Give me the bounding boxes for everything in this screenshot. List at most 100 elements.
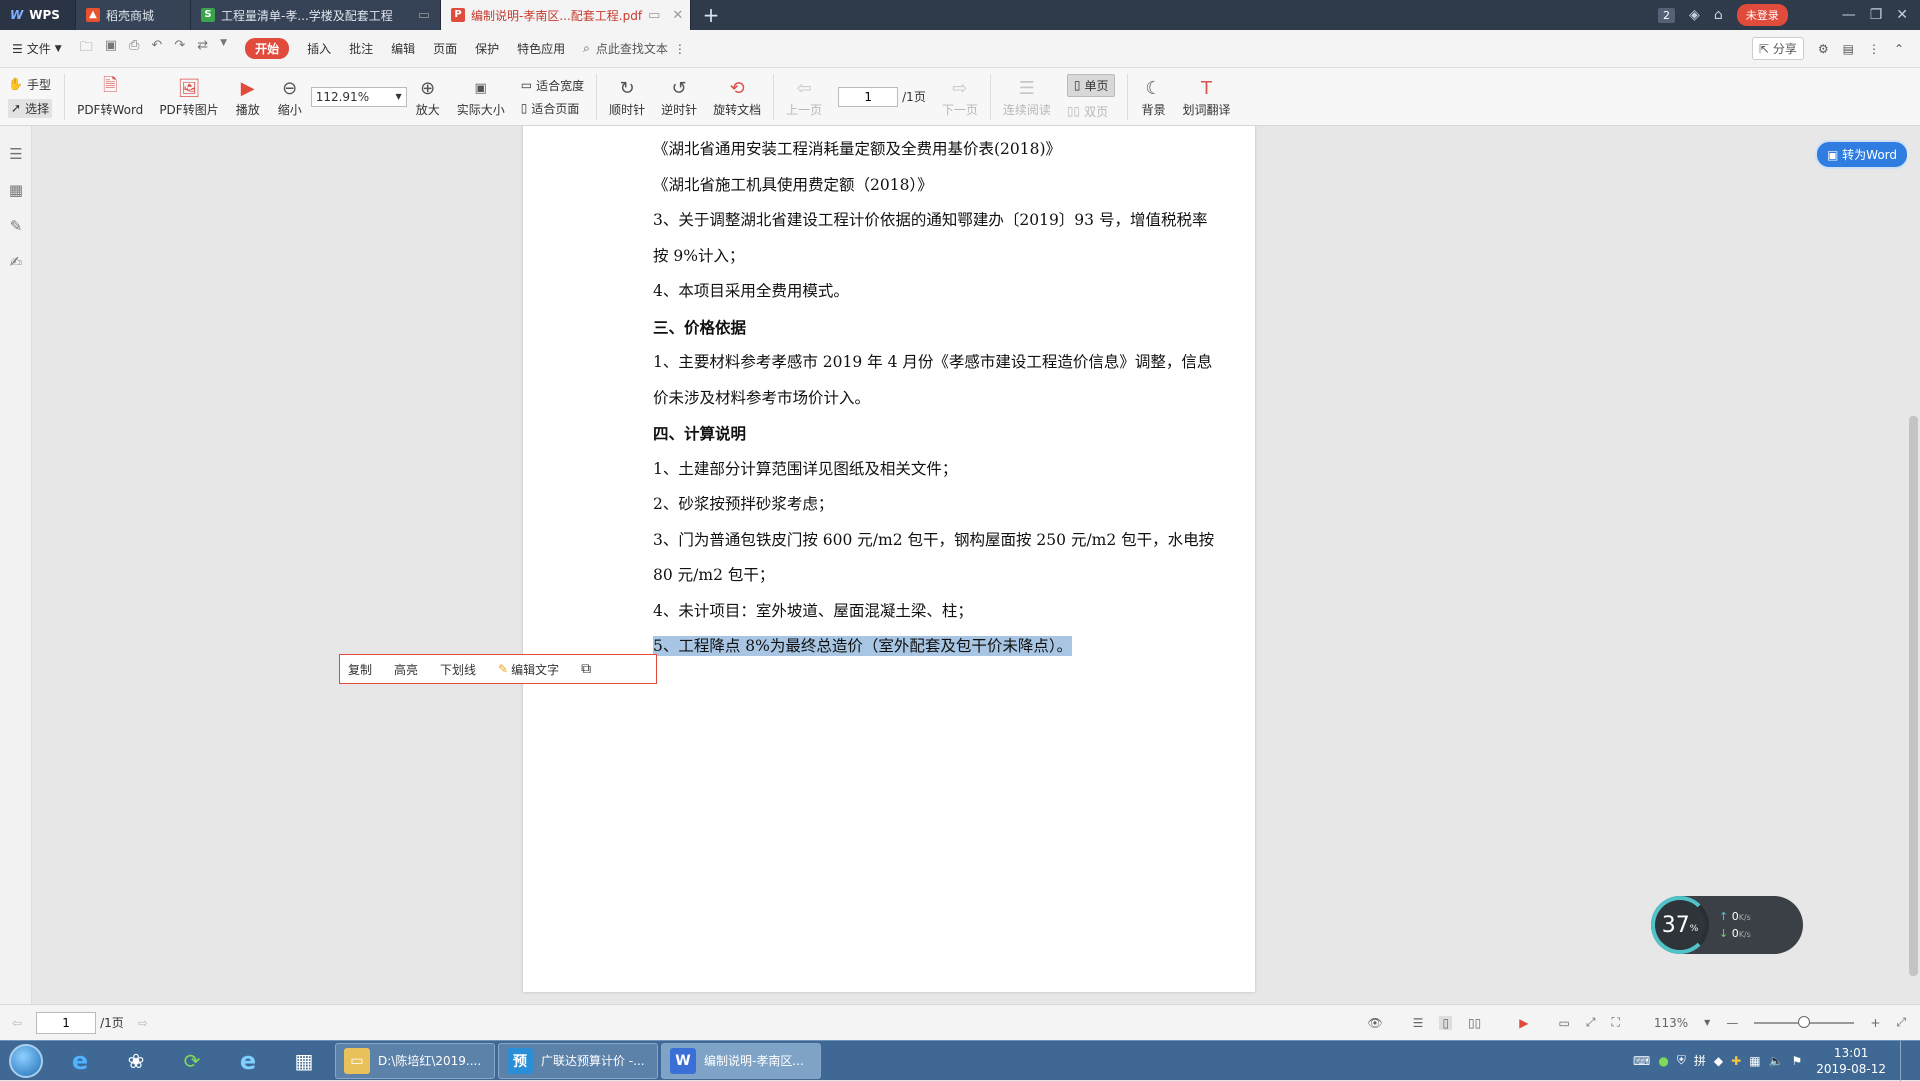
prev-page-icon[interactable]: ⇦ <box>12 1016 22 1030</box>
section-heading[interactable]: 四、计算说明 <box>653 416 1248 452</box>
ie-icon[interactable]: e <box>52 1042 108 1080</box>
security-icon[interactable]: ✚ <box>1731 1054 1741 1068</box>
tile-app-icon[interactable]: ▦ <box>276 1042 332 1080</box>
menu-protect[interactable]: 保护 <box>475 40 499 57</box>
page-number-input[interactable] <box>838 86 899 107</box>
start-button[interactable] <box>0 1041 52 1081</box>
rotate-doc-button[interactable]: ⟲ 旋转文档 <box>705 68 769 126</box>
restore-icon[interactable]: ❐ <box>1870 7 1883 23</box>
flag-icon[interactable]: ⚑ <box>1791 1054 1802 1068</box>
menu-edit[interactable]: 编辑 <box>391 40 415 57</box>
next-page-button[interactable]: ⇨ 下一页 <box>934 68 986 126</box>
continuous-view-icon[interactable]: ☰ <box>1413 1016 1424 1030</box>
collapse-ribbon-icon[interactable]: ⌃ <box>1894 42 1904 56</box>
copy-button[interactable]: 复制 <box>348 661 372 678</box>
zoom-out-button[interactable]: ⊖ 缩小 <box>269 68 311 126</box>
status-page-input[interactable] <box>36 1011 97 1034</box>
tab-pdf-active[interactable]: P 编制说明-孝南区...配套工程.pdf ▭ ✕ <box>441 0 691 30</box>
edit-text-button[interactable]: ✎ 编辑文字 <box>498 661 559 678</box>
fit-page-button[interactable]: ▯ 适合页面 <box>521 100 584 117</box>
close-tab-icon[interactable]: ✕ <box>672 8 683 23</box>
wps-home-tab[interactable]: W WPS <box>0 0 76 30</box>
doc-line[interactable]: 80 元/m2 包干； <box>653 558 1248 594</box>
login-button[interactable]: 未登录 <box>1736 4 1788 26</box>
double-page-button[interactable]: ▯▯ 双页 <box>1067 103 1116 120</box>
wechat-icon[interactable]: ● <box>1658 1054 1668 1068</box>
menu-page[interactable]: 页面 <box>433 40 457 57</box>
fullscreen-icon[interactable]: ⤢ <box>1896 1015 1906 1030</box>
taskbar-window-wps-pdf[interactable]: W 编制说明-孝南区... <box>661 1042 821 1079</box>
translate-selection-icon[interactable]: ⧉ <box>581 661 591 677</box>
convert-to-word-button[interactable]: ▣ 转为Word <box>1815 140 1910 169</box>
input-method-icon[interactable]: 拼 <box>1694 1052 1706 1069</box>
open-folder-icon[interactable]: 🗀 <box>80 38 93 60</box>
show-desktop-button[interactable] <box>1900 1040 1910 1081</box>
actual-size-button[interactable]: ▣ 实际大小 <box>449 68 513 126</box>
play-button[interactable]: ▶ 播放 <box>227 68 269 126</box>
annotation-icon[interactable]: ✎ <box>0 208 32 244</box>
single-page-button[interactable]: ▯ 单页 <box>1066 73 1116 97</box>
more-vertical-icon[interactable]: ⋮ <box>1868 42 1880 56</box>
pdf-to-image-button[interactable]: 🖼 PDF转图片 <box>151 68 226 126</box>
shirt-icon[interactable]: ⌂ <box>1714 7 1723 23</box>
gear-icon[interactable]: ⚙ <box>1818 42 1829 56</box>
double-view-icon[interactable]: ▯▯ <box>1468 1016 1481 1030</box>
chevron-down-icon[interactable]: ▼ <box>1704 1018 1710 1027</box>
selected-text-line[interactable]: 5、工程降点 8%为最终总造价（室外配套及包干价未降点）。 <box>653 636 1073 656</box>
zoom-out-status-icon[interactable]: — <box>1726 1016 1738 1030</box>
app-tray-icon[interactable]: ◆ <box>1714 1054 1723 1068</box>
fullscreen-status-icon[interactable]: ⛶ <box>1611 1015 1619 1030</box>
skin-icon[interactable]: ◈ <box>1689 7 1700 23</box>
undo-icon[interactable]: ↶ <box>151 38 162 60</box>
baidu-netdisk-icon[interactable]: ❀ <box>108 1042 164 1080</box>
zoom-select[interactable]: 112.91% ▼ <box>310 86 407 107</box>
rotate-cw-button[interactable]: ↻ 顺时针 <box>601 68 653 126</box>
doc-line[interactable]: 4、未计项目：室外坡道、屋面混凝土梁、柱； <box>653 594 1248 630</box>
volume-icon[interactable]: 🔈 <box>1769 1054 1784 1068</box>
section-heading[interactable]: 三、价格依据 <box>653 310 1248 346</box>
eye-protection-icon[interactable]: 👁 <box>1367 1016 1382 1030</box>
prev-page-button[interactable]: ⇦ 上一页 <box>778 68 830 126</box>
share-button[interactable]: ⇱ 分享 <box>1751 37 1804 60</box>
zoom-slider[interactable] <box>1754 1015 1855 1028</box>
single-view-icon[interactable]: ▯ <box>1439 1015 1453 1030</box>
redo-icon[interactable]: ↷ <box>174 38 185 60</box>
network-speed-widget[interactable]: 37% ↑ 0K/s ↓ 0K/s <box>1651 896 1803 954</box>
doc-line[interactable]: 价未涉及材料参考市场价计入。 <box>653 381 1248 417</box>
doc-line[interactable]: 4、本项目采用全费用模式。 <box>653 274 1248 310</box>
ie-alt-icon[interactable]: e <box>220 1042 276 1080</box>
highlight-button[interactable]: 高亮 <box>394 661 418 678</box>
fit-width-button[interactable]: ▭ 适合宽度 <box>521 77 584 94</box>
taskbar-window-budget[interactable]: 预 广联达预算计价 -... <box>498 1042 658 1079</box>
pdf-to-word-button[interactable]: 🗎 PDF转Word <box>69 68 151 126</box>
more-chevron-icon[interactable]: ▼ <box>220 38 227 60</box>
doc-line[interactable]: 1、主要材料参考孝感市 2019 年 4 月份《孝感市建设工程造价信息》调整，信… <box>653 345 1248 381</box>
save-icon[interactable]: ▣ <box>105 38 117 60</box>
underline-button[interactable]: 下划线 <box>440 661 476 678</box>
background-button[interactable]: ☾ 背景 <box>1132 68 1174 126</box>
menu-features[interactable]: 特色应用 <box>517 40 565 57</box>
select-tool[interactable]: ➚ 选择 <box>8 98 53 118</box>
convert-icon[interactable]: ⇄ <box>197 38 208 60</box>
hand-tool[interactable]: ✋ 手型 <box>8 76 52 93</box>
comment-icon[interactable]: ▤ <box>1843 42 1854 56</box>
find-text[interactable]: ⌕ 点此查找文本 ⋮ <box>583 40 686 57</box>
word-translate-button[interactable]: T 划词翻译 <box>1174 68 1238 126</box>
file-menu[interactable]: ☰ 文件 ▼ <box>12 40 62 57</box>
zoom-in-button[interactable]: ⊕ 放大 <box>407 68 449 126</box>
green-app-icon[interactable]: ⟳ <box>164 1042 220 1080</box>
menu-start[interactable]: 开始 <box>245 38 290 59</box>
fit-width-status-icon[interactable]: ▭ <box>1559 1016 1570 1030</box>
thumbnail-icon[interactable]: ▦ <box>0 172 32 208</box>
play-slideshow-icon[interactable]: ▶ <box>1519 1016 1528 1030</box>
keyboard-icon[interactable]: ⌨ <box>1633 1054 1650 1068</box>
shield-icon[interactable]: ⛨ <box>1677 1053 1686 1068</box>
zoom-in-status-icon[interactable]: + <box>1870 1016 1880 1030</box>
doc-line[interactable]: 1、土建部分计算范围详见图纸及相关文件； <box>653 452 1248 488</box>
window-count-badge[interactable]: 2 <box>1658 7 1676 23</box>
doc-line[interactable]: 3、门为普通包铁皮门按 600 元/m2 包干，钢构屋面按 250 元/m2 包… <box>653 523 1248 559</box>
vertical-scrollbar[interactable] <box>1907 126 1920 1004</box>
doc-line[interactable]: 《湖北省通用安装工程消耗量定额及全费用基价表(2018)》 <box>653 132 1248 168</box>
outline-icon[interactable]: ☰ <box>0 136 32 172</box>
system-clock[interactable]: 13:01 2019-08-12 <box>1810 1045 1892 1077</box>
